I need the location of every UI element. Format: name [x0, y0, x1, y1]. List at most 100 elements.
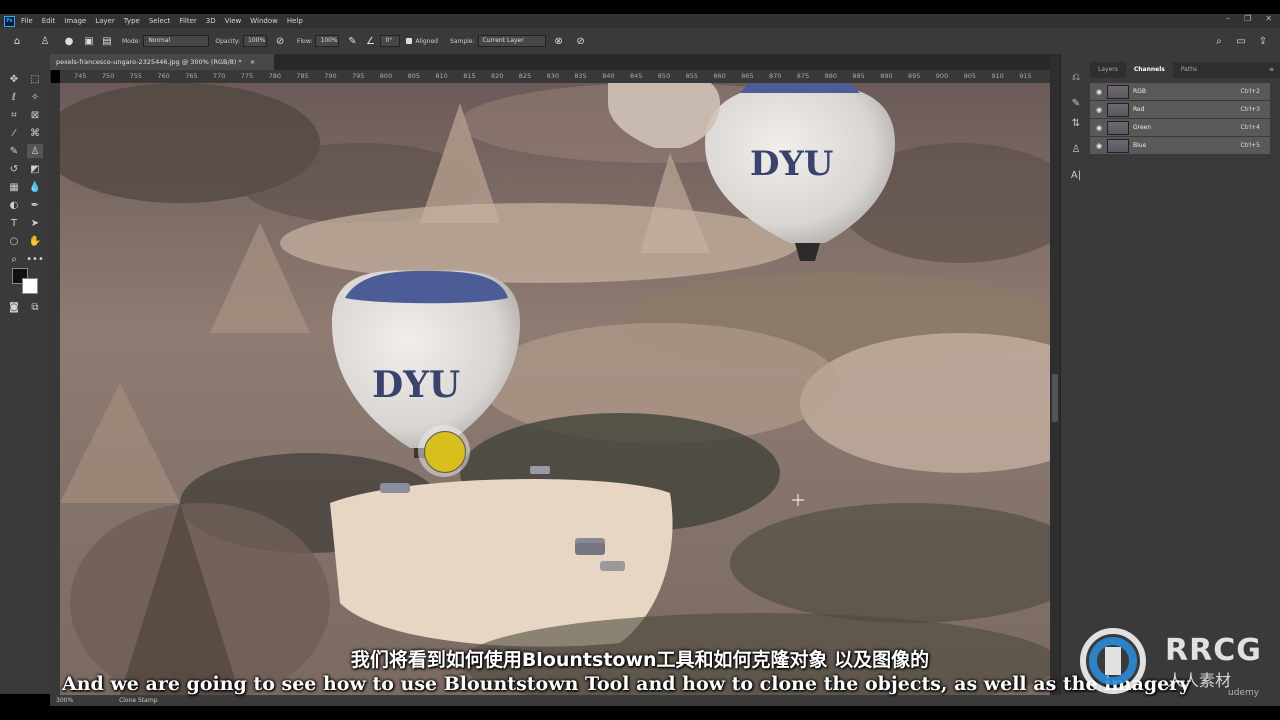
flow-field[interactable]: 100% [315, 35, 340, 47]
menu-help[interactable]: Help [287, 17, 303, 25]
zoom-tool-icon[interactable]: ⌕ [6, 252, 22, 266]
blur-tool-icon[interactable]: 💧 [27, 180, 43, 194]
brush-settings-icon[interactable]: ▣ [82, 34, 96, 48]
ruler-tick-label: 850 [657, 72, 671, 80]
aligned-checkbox[interactable] [406, 38, 413, 44]
adjustments-panel-icon[interactable]: ⇅ [1069, 116, 1083, 130]
pressure-size-icon[interactable]: ⊘ [574, 34, 588, 48]
photo-content: DYU DYU [60, 83, 1050, 695]
panel-menu-icon[interactable]: ≡ [1269, 62, 1274, 78]
pen-tool-icon[interactable]: ✒ [27, 198, 43, 212]
eraser-tool-icon[interactable]: ◩ [27, 162, 43, 176]
ruler-tick-label: 900 [935, 72, 949, 80]
zoom-level[interactable]: 300% [56, 697, 73, 704]
clone-stamp-preset-icon[interactable]: ♙ [38, 34, 52, 48]
shape-tool-icon[interactable]: ○ [6, 234, 22, 248]
healing-brush-tool-icon[interactable]: ⌘ [27, 126, 43, 140]
mode-select[interactable]: Normal [143, 35, 210, 47]
ruler-tick-label: 845 [630, 72, 643, 80]
channel-row-red[interactable]: ◉ Red Ctrl+3 [1090, 101, 1270, 119]
character-panel-icon[interactable]: A| [1069, 168, 1083, 182]
menu-window[interactable]: Window [250, 17, 278, 25]
restore-icon[interactable]: ❐ [1244, 14, 1251, 23]
crop-tool-icon[interactable]: ⌗ [6, 108, 22, 122]
document-tab-title: pexels-francesco-ungaro-2325446.jpg @ 30… [56, 58, 242, 66]
search-icon[interactable]: ⌕ [1212, 34, 1226, 48]
eyedropper-tool-icon[interactable]: ⁄ [6, 126, 22, 140]
brush-panel-icon[interactable]: ✎ [1069, 96, 1083, 110]
menu-type[interactable]: Type [124, 17, 140, 25]
tab-channels[interactable]: Channels [1125, 62, 1173, 78]
menu-3d[interactable]: 3D [206, 17, 216, 25]
document-tab[interactable]: pexels-francesco-ungaro-2325446.jpg @ 30… [50, 54, 274, 70]
panel-icon-strip: ⎌ ✎ ⇅ ♙ A| [1060, 54, 1091, 695]
screen-mode-icon[interactable]: ⧉ [27, 300, 43, 314]
channel-row-blue[interactable]: ◉ Blue Ctrl+5 [1090, 137, 1270, 155]
image-canvas[interactable]: DYU DYU [60, 83, 1050, 695]
close-icon[interactable]: ✕ [1265, 14, 1272, 23]
ignore-adjustment-icon[interactable]: ⊗ [552, 34, 566, 48]
ruler-tick-label: 825 [518, 72, 532, 80]
background-color-swatch[interactable] [22, 278, 38, 294]
menu-image[interactable]: Image [64, 17, 86, 25]
minimize-icon[interactable]: – [1226, 14, 1230, 23]
channel-row-green[interactable]: ◉ Green Ctrl+4 [1090, 119, 1270, 137]
angle-field[interactable]: 0° [380, 35, 401, 47]
brush-preset-icon[interactable]: ● [62, 34, 76, 48]
channel-name: Red [1133, 106, 1145, 113]
history-panel-icon[interactable]: ⎌ [1069, 70, 1083, 84]
sample-select[interactable]: Current Layer [477, 35, 546, 47]
visibility-eye-icon[interactable]: ◉ [1093, 142, 1105, 150]
visibility-eye-icon[interactable]: ◉ [1093, 106, 1105, 114]
tab-close-icon[interactable]: × [250, 58, 255, 66]
share-icon[interactable]: ⇪ [1256, 34, 1270, 48]
brush-tool-icon[interactable]: ✎ [6, 144, 22, 158]
clone-stamp-tool-icon[interactable]: ♙ [27, 144, 43, 158]
move-tool-icon[interactable]: ✥ [6, 72, 22, 86]
visibility-eye-icon[interactable]: ◉ [1093, 124, 1105, 132]
quick-mask-icon[interactable]: ◙ [6, 300, 22, 314]
channel-shortcut: Ctrl+5 [1240, 142, 1260, 149]
gradient-tool-icon[interactable]: ▦ [6, 180, 22, 194]
marquee-tool-icon[interactable]: ⬚ [27, 72, 43, 86]
panel-tabs: Layers Channels Paths ≡ [1090, 62, 1280, 78]
visibility-eye-icon[interactable]: ◉ [1093, 88, 1105, 96]
hand-tool-icon[interactable]: ✋ [27, 234, 43, 248]
tab-paths[interactable]: Paths [1173, 62, 1205, 78]
status-tool-name: Clone Stamp [119, 697, 158, 704]
frame-tool-icon[interactable]: ⊠ [27, 108, 43, 122]
menu-edit[interactable]: Edit [42, 17, 56, 25]
ruler-tick-label: 770 [213, 72, 226, 80]
window-controls: – ❐ ✕ [1226, 14, 1272, 23]
menu-select[interactable]: Select [149, 17, 171, 25]
menu-filter[interactable]: Filter [179, 17, 196, 25]
type-tool-icon[interactable]: T [6, 216, 22, 230]
magic-wand-tool-icon[interactable]: ✧ [27, 90, 43, 104]
airbrush-icon[interactable]: ✎ [345, 34, 359, 48]
clone-source-panel-icon[interactable]: ♙ [1069, 142, 1083, 156]
workspace-icon[interactable]: ▭ [1234, 34, 1248, 48]
pressure-opacity-icon[interactable]: ⊘ [273, 34, 287, 48]
menu-layer[interactable]: Layer [95, 17, 115, 25]
home-icon[interactable]: ⌂ [10, 34, 24, 48]
scroll-thumb[interactable] [1052, 374, 1058, 422]
dodge-tool-icon[interactable]: ◐ [6, 198, 22, 212]
canvas-vertical-scrollbar[interactable] [1050, 54, 1060, 695]
clone-source-icon[interactable]: ▤ [100, 34, 114, 48]
path-selection-tool-icon[interactable]: ➤ [27, 216, 43, 230]
ruler-tick-label: 880 [824, 72, 838, 80]
app-logo: Ps [4, 15, 15, 27]
menu-view[interactable]: View [225, 17, 242, 25]
ruler-tick-label: 815 [463, 72, 476, 80]
more-tools-icon[interactable]: ••• [26, 252, 44, 266]
lasso-tool-icon[interactable]: ℓ [6, 90, 22, 104]
history-brush-tool-icon[interactable]: ↺ [6, 162, 22, 176]
channel-row-rgb[interactable]: ◉ RGB Ctrl+2 [1090, 83, 1270, 101]
menu-file[interactable]: File [21, 17, 33, 25]
ruler-tick-label: 870 [769, 72, 782, 80]
opacity-field[interactable]: 100% [243, 35, 268, 47]
tab-layers[interactable]: Layers [1090, 62, 1126, 78]
video-bottom-letterbox [0, 706, 1280, 720]
channel-shortcut: Ctrl+2 [1240, 88, 1260, 95]
ruler-tick-label: 750 [101, 72, 115, 80]
